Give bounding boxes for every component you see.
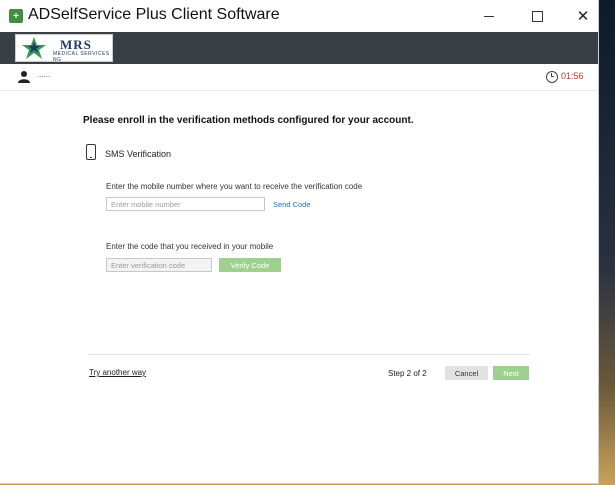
footer-divider: [88, 354, 530, 355]
minimize-button[interactable]: [466, 0, 512, 32]
close-button[interactable]: ✕: [560, 0, 606, 32]
title-bar[interactable]: + ADSelfService Plus Client Software ✕: [0, 0, 598, 32]
app-icon: +: [9, 9, 23, 23]
mobile-instruction: Enter the mobile number where you want t…: [106, 182, 363, 191]
next-button[interactable]: Next: [493, 366, 529, 380]
mobile-phone-icon: [86, 144, 96, 160]
window-title: ADSelfService Plus Client Software: [28, 6, 280, 23]
method-label: SMS Verification: [105, 149, 172, 159]
send-code-link[interactable]: Send Code: [273, 200, 311, 209]
brand-bar: MRS MEDICAL SERVICES NG: [0, 32, 598, 64]
maximize-button[interactable]: [514, 0, 560, 32]
page-heading: Please enroll in the verification method…: [83, 115, 414, 126]
company-logo: MRS MEDICAL SERVICES NG: [15, 34, 113, 62]
user-icon: [18, 71, 30, 83]
verify-code-button[interactable]: Verify Code: [219, 258, 281, 272]
verification-code-input[interactable]: [106, 258, 212, 272]
try-another-way-link[interactable]: Try another way: [89, 368, 146, 377]
logo-subtext: MEDICAL SERVICES NG: [53, 51, 110, 62]
session-timer: 01:56: [561, 71, 584, 81]
cancel-button[interactable]: Cancel: [445, 366, 488, 380]
clock-icon: [546, 71, 558, 83]
mobile-number-input[interactable]: [106, 197, 265, 211]
logo-star-icon: [22, 37, 46, 59]
code-instruction: Enter the code that you received in your…: [106, 242, 274, 251]
user-row: ...... 01:56: [0, 64, 598, 91]
app-window: + ADSelfService Plus Client Software ✕ M…: [0, 0, 598, 483]
user-name: ......: [37, 70, 51, 79]
step-indicator: Step 2 of 2: [388, 369, 427, 378]
